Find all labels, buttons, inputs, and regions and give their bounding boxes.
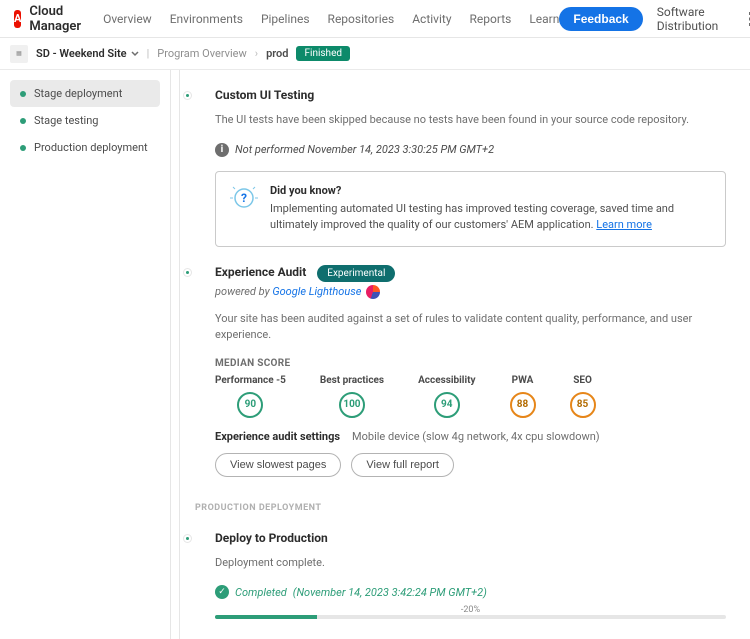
completed-label: Completed xyxy=(235,586,287,599)
deploy-title: Deploy to Production xyxy=(215,531,726,545)
section-deploy-production: Deploy to Production Deployment complete… xyxy=(195,531,726,620)
lighthouse-icon xyxy=(366,285,380,299)
not-performed-text: Not performed November 14, 2023 3:30:25 … xyxy=(235,143,494,156)
section-custom-ui-testing: Custom UI Testing The UI tests have been… xyxy=(195,88,726,247)
score-item: Performance -5 90 xyxy=(215,375,286,418)
audit-settings-row: Experience audit settings Mobile device … xyxy=(215,430,726,443)
status-dot-icon xyxy=(20,91,26,97)
settings-label: Experience audit settings xyxy=(215,430,340,443)
score-label: Accessibility xyxy=(418,375,475,386)
phase-label: PRODUCTION DEPLOYMENT xyxy=(195,503,726,513)
adobe-logo-icon: A xyxy=(14,10,21,28)
deploy-desc: Deployment complete. xyxy=(215,555,726,572)
score-item: Best practices 100 xyxy=(320,375,384,418)
nav-item[interactable]: Overview xyxy=(103,12,152,26)
score-item: SEO 85 xyxy=(570,375,596,418)
nav-item[interactable]: Learn xyxy=(529,12,559,26)
view-slowest-button[interactable]: View slowest pages xyxy=(215,453,341,477)
sidebar: Stage deployment Stage testing Production … xyxy=(0,70,170,639)
sidebar-item-label: Stage deployment xyxy=(34,87,122,100)
score-ring: 88 xyxy=(510,392,536,418)
site-name-label: SD - Weekend Site xyxy=(36,47,127,60)
main: Custom UI Testing The UI tests have been… xyxy=(171,70,750,639)
completed-row: ✓ Completed (November 14, 2023 3:42:24 P… xyxy=(215,585,726,599)
score-ring: 85 xyxy=(570,392,596,418)
custom-ui-desc: The UI tests have been skipped because n… xyxy=(215,112,726,129)
learn-more-link[interactable]: Learn more xyxy=(596,218,652,231)
section-experience-audit: Experience Audit Experimental powered by… xyxy=(195,265,726,477)
callout-title: Did you know? xyxy=(270,184,711,197)
calendar-icon: ▦ xyxy=(10,45,28,63)
breadcrumb-bar: ▦ SD - Weekend Site | Program Overview ›… xyxy=(0,38,750,70)
nav-right: Feedback Software Distribution ? xyxy=(559,5,750,33)
svg-text:?: ? xyxy=(241,191,247,205)
brand-name: Cloud Manager xyxy=(29,4,81,34)
sidebar-item-label: Production deployment xyxy=(34,141,148,154)
nav-item[interactable]: Environments xyxy=(170,12,243,26)
score-item: PWA 88 xyxy=(510,375,536,418)
nav-item[interactable]: Activity xyxy=(412,12,451,26)
timeline-line xyxy=(179,70,180,639)
check-icon: ✓ xyxy=(215,585,229,599)
audit-title: Experience Audit xyxy=(215,265,306,279)
sidebar-item-label: Stage testing xyxy=(34,114,99,127)
score-label: Performance -5 xyxy=(215,375,286,386)
view-full-report-button[interactable]: View full report xyxy=(351,453,454,477)
experimental-tag: Experimental xyxy=(317,265,395,282)
callout-body: Implementing automated UI testing has im… xyxy=(270,201,711,234)
feedback-button[interactable]: Feedback xyxy=(559,7,642,31)
callout-content: Did you know? Implementing automated UI … xyxy=(270,184,711,234)
progress-wrap: -20% xyxy=(215,605,726,619)
chevron-down-icon xyxy=(131,50,139,58)
sidebar-item[interactable]: Stage deployment xyxy=(10,80,160,107)
lightbulb-icon: ? xyxy=(230,184,258,212)
nav-item[interactable]: Pipelines xyxy=(261,12,310,26)
progress-fill xyxy=(215,615,317,619)
layout: Stage deployment Stage testing Production … xyxy=(0,70,750,639)
section-dot xyxy=(184,269,191,276)
info-icon: i xyxy=(215,143,229,157)
audit-header: Experience Audit Experimental xyxy=(215,265,726,279)
nav-items: Overview Environments Pipelines Repositorie… xyxy=(103,12,559,26)
score-item: Accessibility 94 xyxy=(418,375,475,418)
score-label: PWA xyxy=(512,375,534,386)
breadcrumb-current: prod xyxy=(266,47,288,60)
score-ring: 100 xyxy=(339,392,365,418)
site-selector[interactable]: SD - Weekend Site xyxy=(36,47,139,60)
median-label: MEDIAN SCORE xyxy=(215,358,726,369)
status-badge: Finished xyxy=(296,46,350,61)
nav-item[interactable]: Reports xyxy=(470,12,512,26)
chevron-right-icon: › xyxy=(255,47,258,60)
sidebar-item[interactable]: Production deployment xyxy=(10,134,160,161)
lighthouse-link[interactable]: Google Lighthouse xyxy=(272,285,361,298)
not-performed-row: i Not performed November 14, 2023 3:30:2… xyxy=(215,143,726,157)
top-nav: A Cloud Manager Overview Environments Pipe… xyxy=(0,0,750,38)
did-you-know-callout: ? Did you know? Implementing automated U… xyxy=(215,171,726,247)
status-dot-icon xyxy=(20,118,26,124)
software-distribution-link[interactable]: Software Distribution xyxy=(657,5,735,33)
status-dot-icon xyxy=(20,145,26,151)
score-label: SEO xyxy=(573,375,592,386)
score-label: Best practices xyxy=(320,375,384,386)
score-ring: 94 xyxy=(434,392,460,418)
audit-desc: Your site has been audited against a set… xyxy=(215,311,726,344)
score-ring: 90 xyxy=(237,392,263,418)
powered-by: powered by Google Lighthouse xyxy=(215,285,726,299)
score-row: Performance -5 90 Best practices 100 Accessi… xyxy=(215,375,726,418)
section-dot xyxy=(184,535,191,542)
settings-value: Mobile device (slow 4g network, 4x cpu s… xyxy=(352,430,600,443)
progress-pct: -20% xyxy=(215,605,726,615)
nav-item[interactable]: Repositories xyxy=(328,12,395,26)
custom-ui-title: Custom UI Testing xyxy=(215,88,726,102)
section-dot xyxy=(184,92,191,99)
breadcrumb-sep: | xyxy=(147,47,150,60)
powered-prefix: powered by xyxy=(215,285,272,298)
progress-bar xyxy=(215,615,726,619)
breadcrumb-program[interactable]: Program Overview xyxy=(157,47,246,60)
completed-timestamp: (November 14, 2023 3:42:24 PM GMT+2) xyxy=(293,586,487,599)
audit-buttons: View slowest pages View full report xyxy=(215,453,726,477)
sidebar-item[interactable]: Stage testing xyxy=(10,107,160,134)
